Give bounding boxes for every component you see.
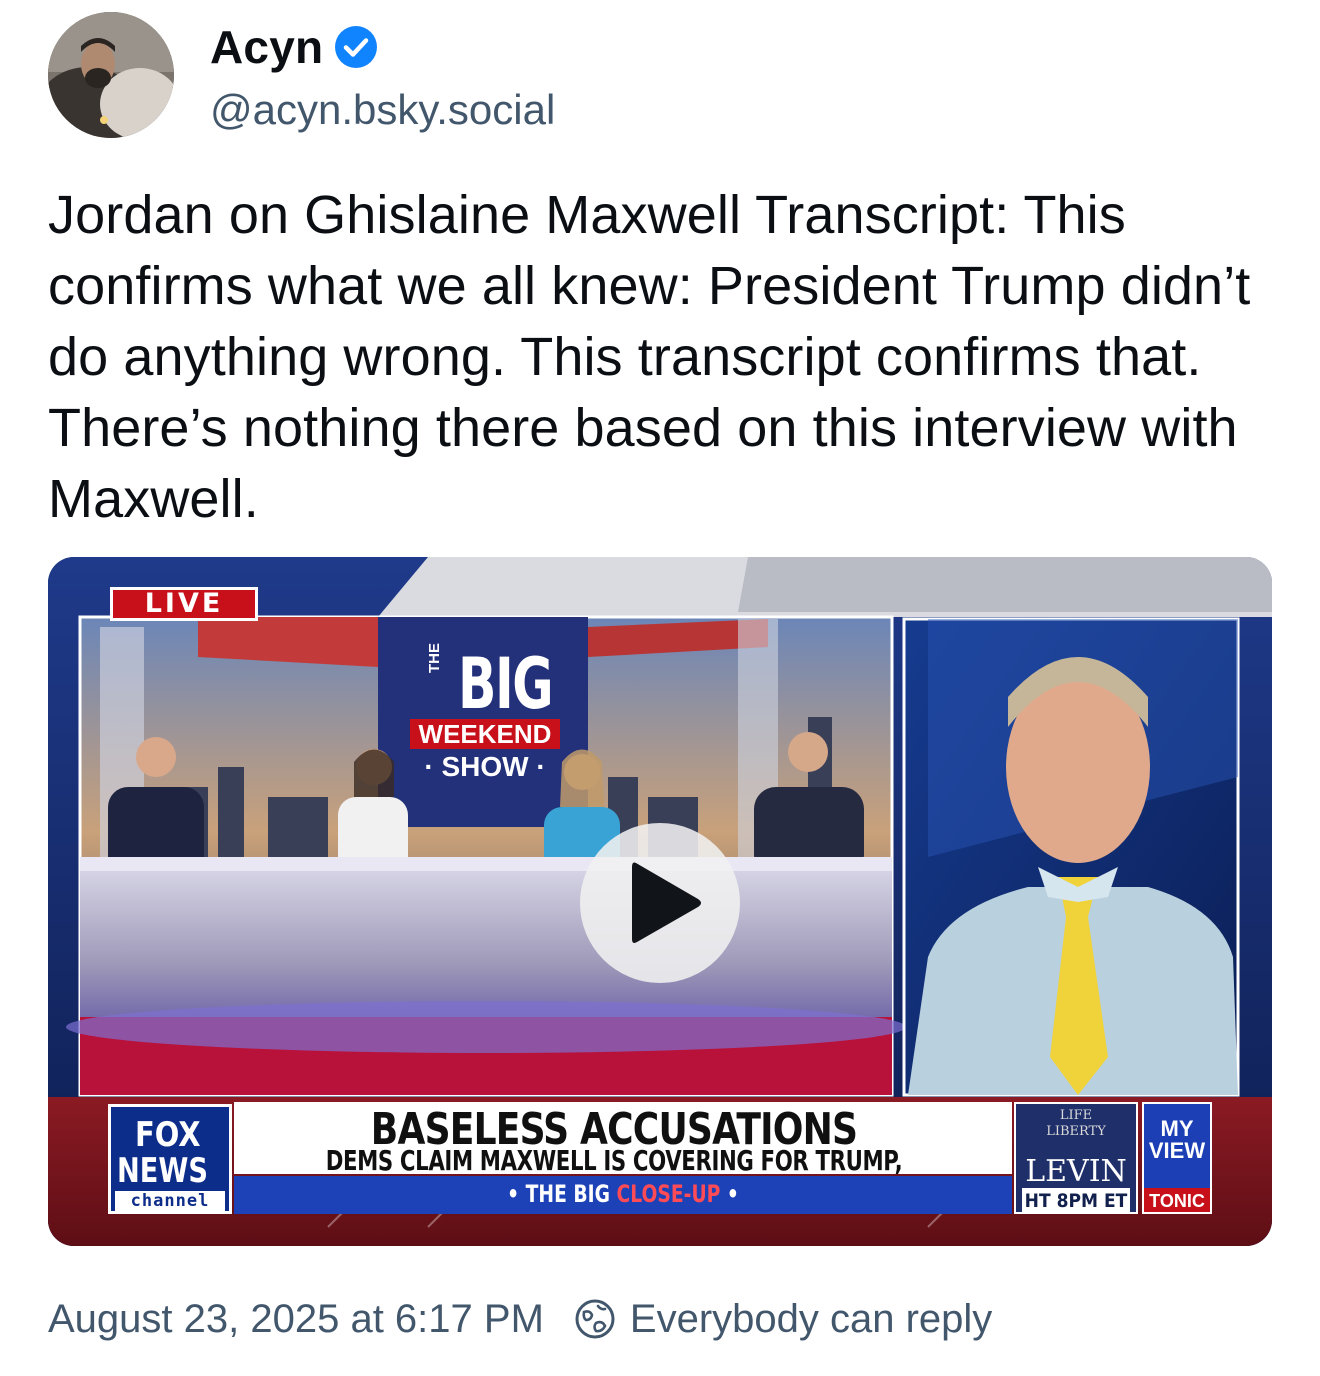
- video-embed[interactable]: LIVE THE BIG WEEKEND · SHOW · FOX NEWS c…: [48, 557, 1272, 1246]
- show-logo-weekend: WEEKEND: [410, 719, 560, 749]
- promo-my-view-bottom: TONIC: [1144, 1188, 1210, 1212]
- segment-tag-suffix: •: [720, 1180, 739, 1208]
- segment-tag-highlight: CLOSE-UP: [616, 1180, 721, 1208]
- earth-globe-icon: [574, 1298, 616, 1340]
- play-icon: [632, 862, 701, 943]
- segment-tag: • THE BIG CLOSE-UP •: [320, 1180, 927, 1208]
- news-lower-third: FOX NEWS channel BASELESS ACCUSATIONS DE…: [108, 1100, 1272, 1218]
- display-name[interactable]: Acyn: [210, 20, 323, 74]
- avatar[interactable]: [48, 12, 174, 138]
- reply-setting: Everybody can reply: [629, 1296, 993, 1341]
- show-logo-the: THE: [426, 643, 443, 673]
- promo-levin-line3: LEVIN: [1025, 1154, 1127, 1189]
- promo-levin-time: HT 8PM ET: [1022, 1188, 1130, 1214]
- post-footer: August 23, 2025 at 6:17 PM Everybody can…: [48, 1294, 992, 1344]
- promo-my-view: MY VIEW TONIC: [1142, 1102, 1212, 1214]
- promo-levin: LIFE LIBERTY LEVIN HT 8PM ET: [1014, 1102, 1138, 1214]
- fox-logo-line2: NEWS: [117, 1151, 208, 1191]
- segment-ticker: • THE BIG CLOSE-UP •: [234, 1176, 1012, 1214]
- promo-levin-line1: LIFE: [1059, 1108, 1093, 1123]
- play-button[interactable]: [580, 823, 740, 983]
- name-row: Acyn: [210, 20, 379, 74]
- live-badge: LIVE: [110, 587, 258, 621]
- user-handle[interactable]: @acyn.bsky.social: [210, 86, 555, 134]
- verified-check-icon: [333, 24, 379, 70]
- fox-logo-line1: FOX: [135, 1115, 201, 1155]
- chyron: BASELESS ACCUSATIONS DEMS CLAIM MAXWELL …: [234, 1102, 1012, 1210]
- post-text: Jordan on Ghislaine Maxwell Transcript: …: [48, 185, 1251, 529]
- segment-tag-prefix: • THE BIG: [507, 1180, 617, 1208]
- post-timestamp[interactable]: August 23, 2025 at 6:17 PM: [48, 1297, 544, 1342]
- fox-news-logo: FOX NEWS channel: [108, 1104, 232, 1214]
- promo-my-view-title: MY VIEW: [1144, 1118, 1210, 1162]
- promo-my-view-line2: VIEW: [1148, 1138, 1206, 1163]
- show-logo: THE BIG WEEKEND · SHOW ·: [378, 621, 578, 821]
- show-logo-big: BIG: [458, 643, 554, 725]
- show-logo-show: · SHOW ·: [424, 751, 546, 782]
- promo-levin-line2: LIBERTY: [1046, 1124, 1106, 1139]
- post-header: Acyn @acyn.bsky.social: [48, 12, 1268, 140]
- fox-logo-line3: channel: [115, 1191, 225, 1211]
